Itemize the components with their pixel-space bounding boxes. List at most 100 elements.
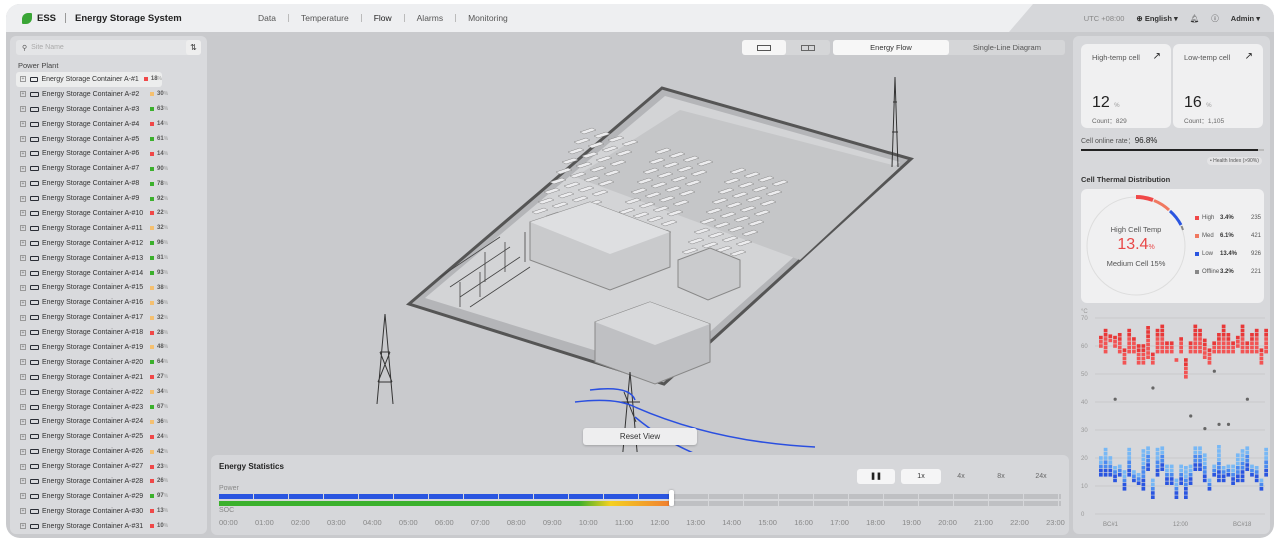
expand-icon[interactable]: +: [20, 106, 26, 113]
expand-icon[interactable]: +: [20, 433, 26, 440]
container-list-item[interactable]: + Energy Storage Container A-#25 24%: [16, 429, 201, 444]
expand-icon[interactable]: +: [20, 150, 26, 157]
nav-flow[interactable]: Flow: [362, 13, 404, 23]
low-temp-cell: [1122, 478, 1127, 483]
reset-view-button[interactable]: Reset View: [583, 428, 697, 445]
high-temp-cell: [1250, 337, 1254, 341]
expand-icon[interactable]: +: [20, 195, 26, 202]
container-list-item[interactable]: + Energy Storage Container A-#22 34%: [16, 385, 201, 400]
container-list-item[interactable]: + Energy Storage Container A-#5 61%: [16, 132, 201, 147]
expand-icon[interactable]: +: [20, 210, 26, 217]
container-list-item[interactable]: + Energy Storage Container A-#17 32%: [16, 310, 201, 325]
arrow-up-right-icon[interactable]: ↗: [1245, 51, 1253, 62]
expand-icon[interactable]: +: [20, 180, 26, 187]
expand-icon[interactable]: +: [20, 240, 26, 247]
container-list-item[interactable]: + Energy Storage Container A-#1 18%: [16, 72, 162, 87]
expand-icon[interactable]: +: [20, 448, 26, 455]
container-list-item[interactable]: + Energy Storage Container A-#4 14%: [16, 117, 201, 132]
expand-icon[interactable]: +: [20, 270, 26, 277]
container-list-item[interactable]: + Energy Storage Container A-#18 28%: [16, 325, 201, 340]
container-list-item[interactable]: + Energy Storage Container A-#8 78%: [16, 176, 201, 191]
container-list-item[interactable]: + Energy Storage Container A-#6 14%: [16, 146, 201, 161]
arrow-up-right-icon[interactable]: ↗: [1153, 51, 1161, 62]
expand-icon[interactable]: +: [20, 478, 26, 485]
help-icon[interactable]: ⓘ: [1211, 13, 1219, 24]
expand-icon[interactable]: +: [20, 508, 26, 515]
pause-button[interactable]: ❚❚: [857, 469, 895, 484]
expand-icon[interactable]: +: [20, 299, 26, 306]
single-view-button[interactable]: [742, 40, 786, 55]
high-temp-cell: [1136, 344, 1141, 348]
nav-data[interactable]: Data: [246, 13, 288, 23]
split-view-button[interactable]: [786, 40, 830, 55]
speed-8x[interactable]: 8x: [981, 469, 1021, 484]
low-temp-cell: [1160, 446, 1165, 450]
expand-icon[interactable]: +: [20, 136, 26, 142]
low-temp-card[interactable]: Low-temp cell ↗ 16 % Count：1,105: [1173, 44, 1263, 128]
container-list-item[interactable]: + Energy Storage Container A-#21 27%: [16, 370, 201, 385]
soc-track[interactable]: [219, 501, 1061, 506]
expand-icon[interactable]: +: [20, 374, 26, 381]
container-list-item[interactable]: + Energy Storage Container A-#28 26%: [16, 474, 201, 489]
expand-icon[interactable]: +: [20, 329, 26, 336]
container-list-item[interactable]: + Energy Storage Container A-#23 67%: [16, 400, 201, 415]
container-list-item[interactable]: + Energy Storage Container A-#7 90%: [16, 161, 201, 176]
container-list-item[interactable]: + Energy Storage Container A-#11 32%: [16, 221, 201, 236]
container-list-item[interactable]: + Energy Storage Container A-#16 36%: [16, 295, 201, 310]
nav-monitoring[interactable]: Monitoring: [456, 13, 520, 23]
container-list-item[interactable]: + Energy Storage Container A-#12 96%: [16, 236, 201, 251]
container-list-item[interactable]: + Energy Storage Container A-#2 30%: [16, 87, 201, 102]
expand-icon[interactable]: +: [20, 418, 26, 425]
expand-icon[interactable]: +: [20, 404, 26, 411]
container-list-item[interactable]: + Energy Storage Container A-#3 63%: [16, 102, 201, 117]
tab-single-line-diagram[interactable]: Single-Line Diagram: [949, 40, 1065, 55]
expand-icon[interactable]: +: [20, 523, 26, 530]
container-list-item[interactable]: + Energy Storage Container A-#15 38%: [16, 280, 201, 295]
plant-3d-view[interactable]: [210, 32, 1072, 452]
expand-icon[interactable]: +: [20, 344, 26, 351]
tab-energy-flow[interactable]: Energy Flow: [833, 40, 949, 55]
bell-icon[interactable]: 🔔︎: [1190, 14, 1200, 23]
container-list-item[interactable]: + Energy Storage Container A-#30 13%: [16, 504, 201, 519]
expand-icon[interactable]: +: [20, 359, 26, 366]
expand-icon[interactable]: +: [20, 165, 26, 172]
expand-icon[interactable]: +: [20, 389, 26, 396]
battery-container[interactable]: [567, 147, 585, 155]
speed-4x[interactable]: 4x: [941, 469, 981, 484]
container-list-item[interactable]: + Energy Storage Container A-#10 22%: [16, 206, 201, 221]
container-list-item[interactable]: + Energy Storage Container A-#13 81%: [16, 251, 201, 266]
speed-24x[interactable]: 24x: [1021, 469, 1061, 484]
expand-icon[interactable]: +: [20, 314, 26, 321]
power-track[interactable]: [219, 494, 1061, 499]
container-list-item[interactable]: + Energy Storage Container A-#29 97%: [16, 489, 201, 504]
battery-container[interactable]: [579, 127, 597, 135]
expand-icon[interactable]: +: [20, 493, 26, 500]
nav-temperature[interactable]: Temperature: [289, 13, 361, 23]
container-list-item[interactable]: + Energy Storage Container A-#26 42%: [16, 444, 201, 459]
expand-icon[interactable]: +: [20, 76, 26, 83]
high-temp-card[interactable]: High-temp cell ↗ 12 % Count：829: [1081, 44, 1171, 128]
speed-1x[interactable]: 1x: [901, 469, 941, 484]
expand-icon[interactable]: +: [20, 225, 26, 232]
nav-alarms[interactable]: Alarms: [405, 13, 455, 23]
container-list-item[interactable]: + Energy Storage Container A-#20 64%: [16, 355, 201, 370]
battery-container[interactable]: [573, 137, 591, 145]
container-list-item[interactable]: + Energy Storage Container A-#9 92%: [16, 191, 201, 206]
user-menu[interactable]: Admin ▾: [1231, 14, 1260, 23]
expand-icon[interactable]: +: [20, 255, 26, 262]
expand-icon[interactable]: +: [20, 121, 26, 128]
playhead-handle[interactable]: [669, 490, 675, 506]
container-name: Energy Storage Container A-#9: [42, 195, 140, 203]
container-list-item[interactable]: + Energy Storage Container A-#31 10%: [16, 519, 201, 534]
logo[interactable]: ESS Energy Storage System: [22, 12, 182, 24]
language-select[interactable]: ⊕ English ▾: [1136, 14, 1177, 23]
container-list-item[interactable]: + Energy Storage Container A-#19 48%: [16, 340, 201, 355]
site-search-input[interactable]: ⚲ Site Name ⇅: [16, 40, 201, 55]
sort-button[interactable]: ⇅: [186, 40, 201, 55]
container-list-item[interactable]: + Energy Storage Container A-#24 36%: [16, 414, 201, 429]
container-list-item[interactable]: + Energy Storage Container A-#27 23%: [16, 459, 201, 474]
expand-icon[interactable]: +: [20, 284, 26, 291]
expand-icon[interactable]: +: [20, 91, 26, 98]
container-list-item[interactable]: + Energy Storage Container A-#14 93%: [16, 266, 201, 281]
expand-icon[interactable]: +: [20, 463, 26, 470]
